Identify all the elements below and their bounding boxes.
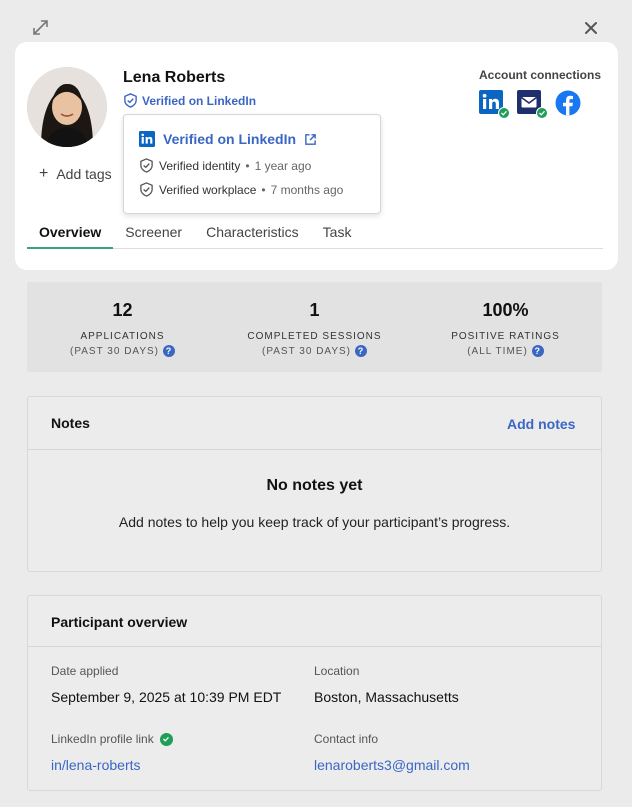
- verified-workplace-row: Verified workplace • 7 months ago: [139, 182, 343, 197]
- help-icon[interactable]: ?: [163, 345, 176, 357]
- linkedin-profile-label: LinkedIn profile link: [51, 732, 154, 746]
- tab-overview[interactable]: Overview: [27, 222, 114, 249]
- stat-caption: APPLICATIONS: [80, 331, 165, 342]
- participant-name: Lena Roberts: [123, 69, 226, 86]
- add-tags-button[interactable]: + Add tags: [39, 165, 112, 183]
- contact-info-label: Contact info: [314, 732, 379, 746]
- help-icon[interactable]: ?: [531, 345, 544, 357]
- linkedin-profile-link[interactable]: in/lena-roberts: [51, 757, 141, 773]
- close-button[interactable]: [580, 17, 602, 39]
- linkedin-verification-popover: Verified on LinkedIn Verified identity •…: [123, 114, 381, 214]
- verified-label: Verified on LinkedIn: [142, 93, 257, 108]
- identity-time: 1 year ago: [254, 158, 312, 173]
- stats-panel: 12 APPLICATIONS (PAST 30 DAYS)? 1 COMPLE…: [27, 282, 602, 372]
- contact-email-link[interactable]: lenaroberts3@gmail.com: [314, 757, 470, 773]
- stat-value: 1: [309, 300, 320, 320]
- date-applied-value: September 9, 2025 at 10:39 PM EDT: [51, 689, 282, 705]
- stat-caption: COMPLETED SESSIONS: [247, 331, 382, 342]
- stat-caption: POSITIVE RATINGS: [451, 331, 560, 342]
- profile-tabs: Overview Screener Characteristics Task: [27, 222, 603, 249]
- stat-sub: (ALL TIME): [467, 345, 528, 357]
- location-value: Boston, Massachusetts: [314, 689, 459, 705]
- plus-icon: +: [39, 165, 49, 182]
- add-tags-label: Add tags: [56, 166, 112, 182]
- tab-characteristics[interactable]: Characteristics: [194, 222, 311, 249]
- facebook-connection[interactable]: [555, 90, 581, 116]
- stat-value: 12: [112, 300, 133, 320]
- stat-value: 100%: [482, 300, 529, 320]
- connected-check-icon: [498, 107, 510, 119]
- overview-header: Participant overview: [28, 596, 601, 647]
- connected-check-icon: [536, 107, 548, 119]
- notes-card: Notes Add notes No notes yet Add notes t…: [27, 396, 602, 572]
- workplace-label: Verified workplace: [159, 182, 257, 197]
- verified-linkedin-badge[interactable]: Verified on LinkedIn: [123, 93, 256, 108]
- notes-empty-description: Add notes to help you keep track of your…: [118, 514, 511, 530]
- account-connections: [479, 90, 581, 119]
- shield-check-icon: [140, 182, 153, 197]
- email-connection[interactable]: [517, 90, 548, 119]
- stat-applications: 12 APPLICATIONS (PAST 30 DAYS)?: [27, 282, 218, 357]
- date-applied-label: Date applied: [51, 664, 119, 678]
- stat-sub: (PAST 30 DAYS): [69, 345, 160, 357]
- participant-overview-card: Participant overview Date applied Septem…: [27, 595, 602, 791]
- notes-header: Notes Add notes: [28, 397, 601, 450]
- shield-check-icon: [140, 158, 153, 173]
- separator: •: [261, 182, 266, 197]
- stat-sub: (PAST 30 DAYS): [261, 345, 352, 357]
- stat-completed-sessions: 1 COMPLETED SESSIONS (PAST 30 DAYS)?: [219, 282, 410, 357]
- location-label: Location: [314, 664, 360, 678]
- linkedin-profile-label-row: LinkedIn profile link: [51, 732, 173, 746]
- popover-title-link[interactable]: Verified on LinkedIn: [139, 131, 317, 147]
- notes-title: Notes: [51, 415, 90, 431]
- tab-task[interactable]: Task: [311, 222, 364, 249]
- verified-identity-row: Verified identity • 1 year ago: [139, 158, 311, 173]
- notes-empty-title: No notes yet: [266, 477, 363, 494]
- close-icon: [585, 22, 597, 34]
- shield-check-icon: [124, 93, 137, 108]
- tab-screener[interactable]: Screener: [113, 222, 194, 249]
- popover-title: Verified on LinkedIn: [163, 131, 297, 147]
- verified-check-icon: [159, 732, 173, 746]
- avatar: [27, 67, 107, 147]
- facebook-icon: [555, 90, 581, 116]
- workplace-time: 7 months ago: [270, 182, 344, 197]
- linkedin-icon: [139, 131, 155, 147]
- separator: •: [245, 158, 250, 173]
- identity-label: Verified identity: [159, 158, 241, 173]
- linkedin-connection[interactable]: [479, 90, 510, 119]
- overview-title: Participant overview: [51, 614, 188, 630]
- add-notes-button[interactable]: Add notes: [507, 416, 575, 432]
- expand-icon: [33, 20, 48, 35]
- expand-button[interactable]: [30, 17, 52, 39]
- external-link-icon: [305, 133, 316, 145]
- help-icon[interactable]: ?: [355, 345, 368, 357]
- account-connections-title: Account connections: [479, 68, 602, 82]
- stat-positive-ratings: 100% POSITIVE RATINGS (ALL TIME)?: [410, 282, 601, 357]
